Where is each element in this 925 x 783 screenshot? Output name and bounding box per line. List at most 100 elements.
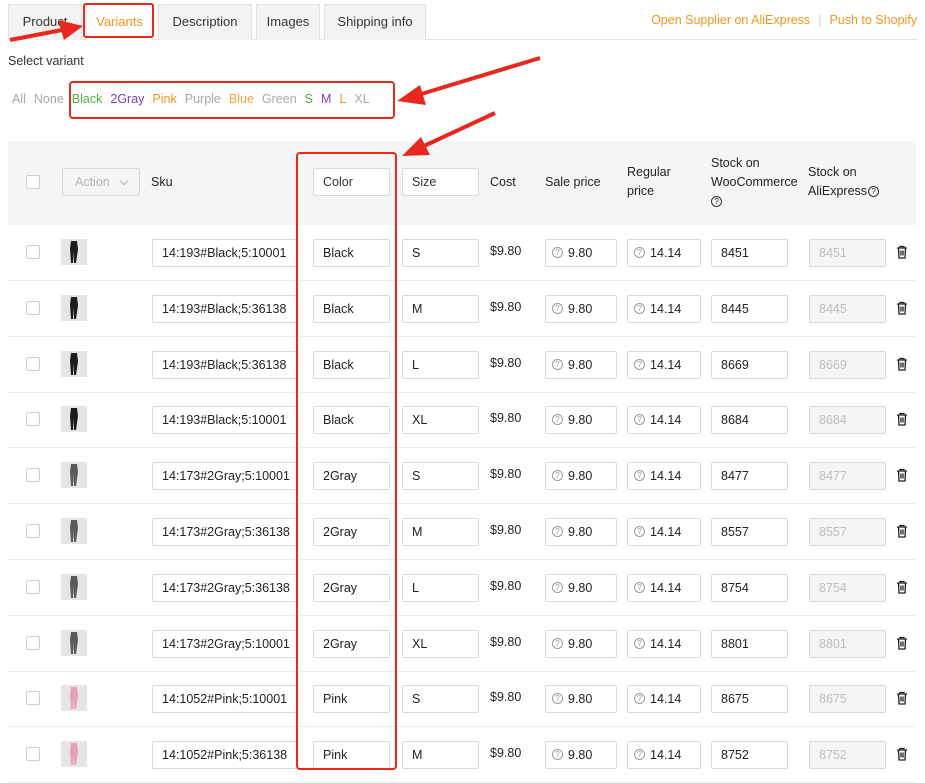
header-regular-line1: Regular bbox=[627, 165, 671, 179]
table-row: 14:1052#Pink;5:10001 Pink S $9.80? 9.80? 14.1… bbox=[8, 671, 916, 728]
size-input[interactable]: S bbox=[402, 239, 479, 267]
row-checkbox[interactable] bbox=[26, 579, 40, 594]
product-thumbnail bbox=[61, 741, 87, 768]
header-sale-price: Sale price bbox=[545, 175, 601, 189]
filter-none[interactable]: None bbox=[34, 92, 64, 106]
regular-price-input[interactable]: ? 14.14 bbox=[627, 741, 701, 770]
sku-input[interactable]: 14:193#Black;5:36138 bbox=[152, 350, 298, 379]
row-checkbox[interactable] bbox=[26, 747, 40, 762]
row-checkbox[interactable] bbox=[26, 468, 40, 483]
regular-price-input[interactable]: ? 14.14 bbox=[627, 573, 701, 602]
filter-all[interactable]: All bbox=[12, 92, 26, 106]
sale-price-input[interactable]: ? 9.80 bbox=[545, 350, 617, 379]
trash-icon[interactable] bbox=[896, 636, 908, 650]
row-checkbox[interactable] bbox=[26, 691, 40, 706]
tab-product[interactable]: Product bbox=[8, 4, 82, 40]
stock-woocommerce-input[interactable]: 8752 bbox=[711, 741, 788, 770]
push-to-shopify-link[interactable]: Push to Shopify bbox=[829, 13, 917, 27]
tab-images[interactable]: Images bbox=[256, 4, 320, 40]
help-icon[interactable]: ? bbox=[711, 196, 722, 208]
table-row: 14:173#2Gray;5:36138 2Gray L $9.80? 9.80? 14.… bbox=[8, 560, 916, 616]
stock-woocommerce-input[interactable]: 8754 bbox=[711, 573, 788, 602]
row-checkbox[interactable] bbox=[26, 300, 40, 315]
sku-input[interactable]: 14:193#Black;5:10001 bbox=[152, 239, 298, 267]
sale-price-input[interactable]: ? 9.80 bbox=[545, 685, 617, 714]
stock-woocommerce-input[interactable]: 8445 bbox=[711, 294, 788, 323]
regular-price-input[interactable]: ? 14.14 bbox=[627, 294, 701, 323]
sale-price-input[interactable]: ? 9.80 bbox=[545, 518, 617, 546]
header-size-input[interactable]: Size bbox=[402, 168, 479, 196]
sale-price-input[interactable]: ? 9.80 bbox=[545, 294, 617, 323]
regular-price-input[interactable]: ? 14.14 bbox=[627, 685, 701, 714]
row-checkbox[interactable] bbox=[26, 245, 40, 259]
stock-woocommerce-input[interactable]: 8669 bbox=[711, 350, 788, 379]
tab-shipping-info[interactable]: Shipping info bbox=[324, 4, 426, 40]
stock-woocommerce-input[interactable]: 8477 bbox=[711, 462, 788, 491]
stock-woocommerce-input[interactable]: 8557 bbox=[711, 518, 788, 546]
header-stock-ali-line1: Stock on bbox=[808, 165, 857, 179]
regular-price-value: 14.14 bbox=[650, 580, 682, 595]
row-checkbox[interactable] bbox=[26, 356, 40, 371]
trash-icon[interactable] bbox=[896, 691, 908, 706]
trash-icon[interactable] bbox=[896, 747, 908, 761]
regular-price-input[interactable]: ? 14.14 bbox=[627, 406, 701, 435]
size-input[interactable]: L bbox=[402, 573, 479, 602]
size-input[interactable]: M bbox=[402, 294, 479, 323]
stock-woocommerce-input[interactable]: 8684 bbox=[711, 406, 788, 435]
stock-woocommerce-input[interactable]: 8801 bbox=[711, 629, 788, 658]
trash-icon[interactable] bbox=[896, 412, 908, 427]
regular-price-input[interactable]: ? 14.14 bbox=[627, 518, 701, 546]
row-checkbox[interactable] bbox=[26, 412, 40, 427]
trash-icon[interactable] bbox=[896, 580, 908, 594]
sale-price-input[interactable]: ? 9.80 bbox=[545, 629, 617, 658]
tab-description[interactable]: Description bbox=[158, 4, 252, 40]
stock-woocommerce-input[interactable]: 8675 bbox=[711, 685, 788, 714]
row-checkbox[interactable] bbox=[26, 524, 40, 538]
trash-icon[interactable] bbox=[896, 468, 908, 482]
sku-input[interactable]: 14:173#2Gray;5:10001 bbox=[152, 462, 298, 491]
help-icon: ? bbox=[634, 358, 645, 370]
open-supplier-link[interactable]: Open Supplier on AliExpress bbox=[651, 13, 810, 27]
trash-icon[interactable] bbox=[896, 301, 908, 315]
trash-icon[interactable] bbox=[896, 357, 908, 371]
regular-price-value: 14.14 bbox=[650, 636, 682, 651]
regular-price-input[interactable]: ? 14.14 bbox=[627, 239, 701, 267]
size-input[interactable]: S bbox=[402, 462, 479, 491]
sale-price-input[interactable]: ? 9.80 bbox=[545, 741, 617, 770]
product-thumbnail bbox=[61, 350, 87, 377]
help-icon: ? bbox=[634, 637, 645, 649]
size-input[interactable]: S bbox=[402, 685, 479, 714]
help-icon[interactable]: ? bbox=[868, 186, 880, 198]
trash-icon[interactable] bbox=[896, 245, 908, 259]
cost-value: $9.80 bbox=[490, 411, 522, 426]
sale-price-input[interactable]: ? 9.80 bbox=[545, 406, 617, 435]
header-stock-ali-line2: AliExpress bbox=[808, 184, 868, 198]
select-variant-label: Select variant bbox=[8, 54, 84, 68]
sku-input[interactable]: 14:1052#Pink;5:10001 bbox=[152, 685, 298, 714]
select-all-checkbox[interactable] bbox=[26, 175, 40, 189]
regular-price-input[interactable]: ? 14.14 bbox=[627, 350, 701, 379]
sale-price-input[interactable]: ? 9.80 bbox=[545, 462, 617, 491]
regular-price-input[interactable]: ? 14.14 bbox=[627, 629, 701, 658]
sku-input[interactable]: 14:173#2Gray;5:36138 bbox=[152, 518, 298, 546]
sku-input[interactable]: 14:173#2Gray;5:36138 bbox=[152, 573, 298, 602]
sku-input[interactable]: 14:193#Black;5:10001 bbox=[152, 406, 298, 435]
help-icon: ? bbox=[634, 526, 645, 537]
cost-value: $9.80 bbox=[490, 244, 522, 258]
size-input[interactable]: XL bbox=[402, 406, 479, 435]
sale-price-input[interactable]: ? 9.80 bbox=[545, 239, 617, 267]
sku-input[interactable]: 14:173#2Gray;5:10001 bbox=[152, 629, 298, 658]
size-input[interactable]: M bbox=[402, 518, 479, 546]
trash-icon[interactable] bbox=[896, 524, 908, 538]
row-checkbox[interactable] bbox=[26, 635, 40, 650]
action-dropdown[interactable]: Action bbox=[62, 168, 140, 196]
size-input[interactable]: M bbox=[402, 741, 479, 770]
stock-woocommerce-input[interactable]: 8451 bbox=[711, 239, 788, 267]
sku-input[interactable]: 14:193#Black;5:36138 bbox=[152, 294, 298, 323]
regular-price-input[interactable]: ? 14.14 bbox=[627, 462, 701, 491]
sku-input[interactable]: 14:1052#Pink;5:36138 bbox=[152, 741, 298, 770]
size-input[interactable]: XL bbox=[402, 629, 479, 658]
size-input[interactable]: L bbox=[402, 350, 479, 379]
sale-price-value: 9.80 bbox=[568, 580, 593, 595]
sale-price-input[interactable]: ? 9.80 bbox=[545, 573, 617, 602]
